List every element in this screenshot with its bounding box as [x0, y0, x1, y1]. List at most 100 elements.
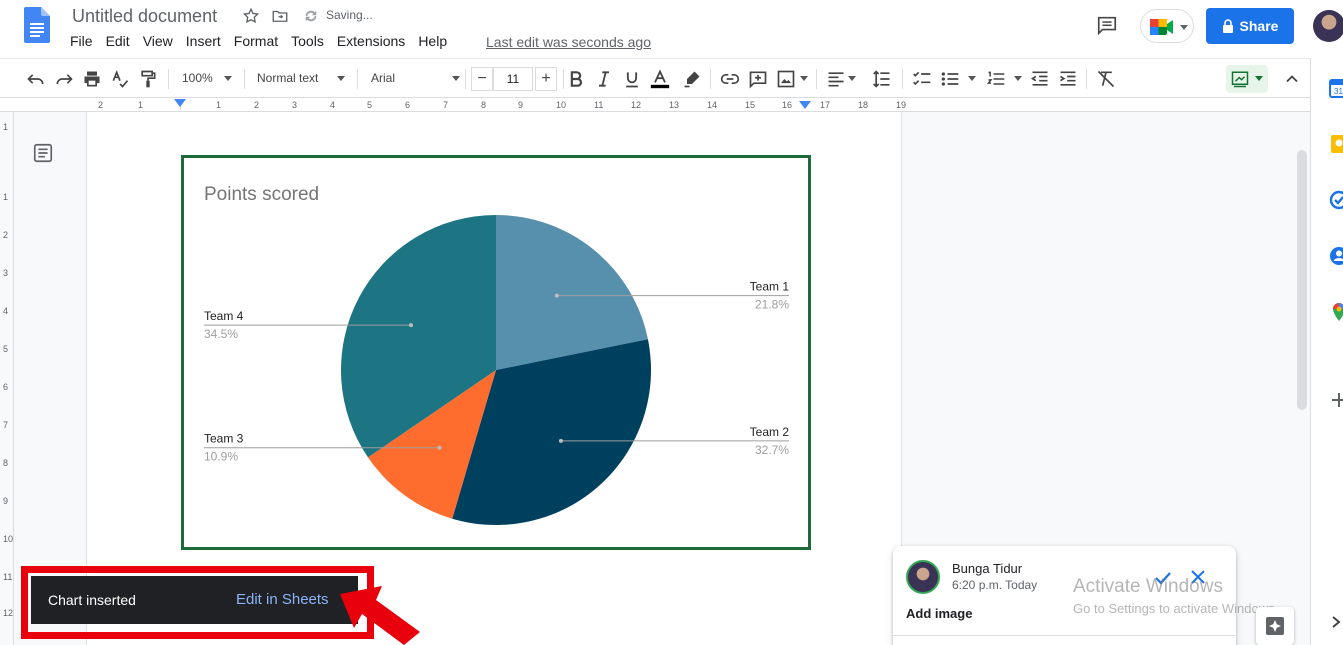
- slice-label: Team 2: [750, 425, 790, 439]
- star-icon[interactable]: [242, 7, 260, 25]
- numbered-caret-icon: [1014, 76, 1022, 81]
- checklist-icon[interactable]: [912, 69, 932, 89]
- contacts-icon[interactable]: [1329, 246, 1343, 266]
- right-indent-marker-icon[interactable]: [799, 101, 811, 111]
- ruler-number: 18: [858, 100, 869, 110]
- meet-button[interactable]: [1140, 9, 1194, 43]
- collapse-menus-icon[interactable]: [1282, 69, 1302, 89]
- ruler-number: 10: [3, 534, 14, 544]
- last-edit-link[interactable]: Last edit was seconds ago: [486, 34, 651, 50]
- slice-percent: 10.9%: [204, 450, 238, 464]
- paragraph-style-select[interactable]: Normal text: [257, 71, 318, 85]
- ruler-number: 3: [292, 100, 298, 110]
- font-caret-icon: [452, 76, 460, 81]
- toolbar-divider: [710, 69, 711, 89]
- comment-timestamp: 6:20 p.m. Today: [952, 578, 1038, 592]
- ruler-number: 1: [3, 122, 9, 132]
- label-anchor-dot: [558, 438, 563, 443]
- numbered-list-icon[interactable]: [986, 69, 1006, 89]
- clear-formatting-icon[interactable]: [1096, 69, 1116, 89]
- insert-image-icon[interactable]: [776, 69, 796, 89]
- annotation-highlight-box: [21, 566, 374, 639]
- font-select[interactable]: Arial: [371, 71, 395, 85]
- explore-button[interactable]: [1256, 607, 1294, 645]
- ruler-number: 1: [138, 100, 144, 110]
- menu-format[interactable]: Format: [234, 33, 278, 51]
- document-title[interactable]: Untitled document: [72, 6, 217, 27]
- keep-icon[interactable]: [1329, 134, 1343, 154]
- label-anchor-dot: [409, 323, 414, 328]
- meet-icon: [1150, 19, 1173, 35]
- add-comment-icon[interactable]: [748, 69, 768, 89]
- ruler-number: 2: [3, 230, 9, 240]
- bullets-caret-icon: [968, 76, 976, 81]
- toolbar-divider: [465, 69, 466, 89]
- edit-mode-caret-icon: [1255, 76, 1263, 81]
- paint-format-icon[interactable]: [138, 69, 158, 89]
- bold-icon[interactable]: [566, 69, 586, 89]
- align-icon[interactable]: [826, 69, 846, 89]
- ruler-number: 5: [3, 344, 9, 354]
- annotation-arrow-icon: [340, 586, 420, 645]
- comment-history-icon[interactable]: [1096, 14, 1118, 36]
- line-spacing-icon[interactable]: [872, 69, 892, 89]
- menu-help[interactable]: Help: [418, 33, 447, 51]
- lock-icon: [1222, 19, 1233, 33]
- scrollbar-thumb[interactable]: [1297, 150, 1307, 410]
- ruler-number: 4: [3, 306, 9, 316]
- pie-slices: [341, 215, 651, 525]
- undo-icon[interactable]: [26, 69, 46, 89]
- menu-edit[interactable]: Edit: [106, 33, 130, 51]
- italic-icon[interactable]: [594, 69, 614, 89]
- side-panel: 31: [1310, 58, 1343, 645]
- decrease-font-size-button[interactable]: −: [471, 67, 493, 91]
- label-anchor-dot: [554, 293, 559, 298]
- menu-extensions[interactable]: Extensions: [337, 33, 405, 51]
- app-header: Untitled document Saving... File Edit Vi…: [0, 0, 1343, 58]
- ruler-number: 9: [3, 496, 9, 506]
- maps-icon[interactable]: [1329, 302, 1343, 322]
- move-folder-icon[interactable]: [271, 7, 289, 25]
- docs-logo-icon[interactable]: [24, 7, 50, 43]
- document-outline-icon[interactable]: [32, 142, 54, 164]
- menu-tools[interactable]: Tools: [291, 33, 324, 51]
- redo-icon[interactable]: [54, 69, 74, 89]
- highlight-color-icon[interactable]: [682, 69, 702, 89]
- left-indent-marker-icon[interactable]: [174, 99, 186, 109]
- embedded-chart[interactable]: Points scored Team 1 21.8% Team 2 32.7% Team…: [181, 155, 811, 550]
- hide-side-panel-icon[interactable]: [1329, 612, 1343, 632]
- zoom-select[interactable]: 100%: [182, 71, 213, 85]
- spellcheck-icon[interactable]: [110, 69, 130, 89]
- tasks-icon[interactable]: [1329, 190, 1343, 210]
- ruler-number: 8: [3, 458, 9, 468]
- insert-link-icon[interactable]: [720, 69, 740, 89]
- calendar-icon[interactable]: 31: [1329, 78, 1343, 98]
- watermark-title: Activate Windows: [1073, 576, 1223, 597]
- ruler-number: 8: [481, 100, 487, 110]
- font-size-input[interactable]: 11: [493, 67, 533, 91]
- share-button[interactable]: Share: [1206, 8, 1294, 44]
- ruler-number: 2: [254, 100, 260, 110]
- underline-icon[interactable]: [622, 69, 642, 89]
- label-anchor-dot: [437, 445, 442, 450]
- ruler-number: 11: [3, 572, 13, 582]
- print-icon[interactable]: [82, 69, 102, 89]
- bulleted-list-icon[interactable]: [940, 69, 960, 89]
- style-caret-icon: [337, 76, 345, 81]
- add-addon-icon[interactable]: [1329, 390, 1343, 410]
- text-color-icon[interactable]: [650, 69, 670, 89]
- decrease-indent-icon[interactable]: [1030, 69, 1050, 89]
- increase-font-size-button[interactable]: +: [535, 67, 557, 91]
- ruler-number: 7: [443, 100, 449, 110]
- increase-indent-icon[interactable]: [1058, 69, 1078, 89]
- image-options-button[interactable]: [1226, 65, 1268, 93]
- edit-mode-icon: [1231, 71, 1249, 88]
- account-avatar[interactable]: [1313, 10, 1343, 42]
- ruler-number: 13: [669, 100, 680, 110]
- toolbar-divider: [1086, 69, 1087, 89]
- menu-insert[interactable]: Insert: [186, 33, 221, 51]
- menu-view[interactable]: View: [143, 33, 173, 51]
- comment-text: Add image: [906, 606, 973, 621]
- ruler-number: 3: [3, 268, 9, 278]
- menu-file[interactable]: File: [70, 33, 93, 51]
